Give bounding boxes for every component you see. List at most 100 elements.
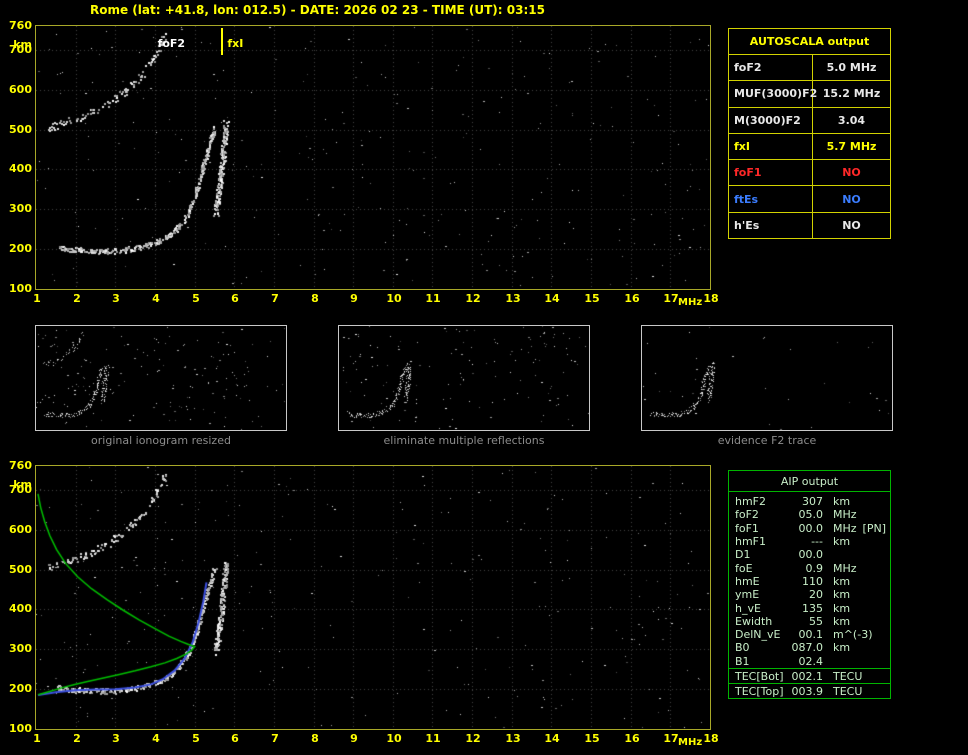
aip-table-row: ymE 20 km xyxy=(729,587,890,602)
x-tick-label: 15 xyxy=(584,292,600,305)
parameter-value: 5.7 MHz xyxy=(826,139,877,153)
x-tick-label: 7 xyxy=(271,292,279,305)
aip-param-value: 003.9 xyxy=(791,685,824,698)
y-tick-label: 500 xyxy=(9,123,32,136)
aip-param-unit: TECU xyxy=(833,685,863,698)
parameter-label: fxI xyxy=(729,133,813,160)
x-tick-label: 2 xyxy=(73,732,81,745)
aip-param-label: hmE xyxy=(735,574,760,588)
thumbnail-canvas-evidence-f2 xyxy=(642,326,892,430)
x-tick-label: 5 xyxy=(192,732,200,745)
aip-param-label: D1 xyxy=(735,548,751,562)
autoscala-table-row: ftEs NO xyxy=(729,185,890,212)
x-tick-label: 15 xyxy=(584,732,600,745)
aip-param-unit: km xyxy=(833,495,851,508)
x-tick-label: 13 xyxy=(505,292,521,305)
autoscala-table-row: h'Es NO xyxy=(729,211,890,238)
thumbnail-caption-original: original ionogram resized xyxy=(91,434,231,447)
x-tick-label: 12 xyxy=(465,292,481,305)
parameter-value: 3.04 xyxy=(837,113,866,127)
x-tick-label: 4 xyxy=(152,732,160,745)
aip-param-label: hmF2 xyxy=(735,495,767,508)
autoscala-table-row: foF1 NO xyxy=(729,159,890,186)
aip-param-value: 20 xyxy=(809,588,823,602)
y-tick-label: 300 xyxy=(9,202,32,215)
aip-param-unit: km xyxy=(833,588,851,602)
aip-table-row: hmF1 --- km xyxy=(729,534,890,548)
aip-param-unit: km xyxy=(833,534,851,548)
x-tick-label: 9 xyxy=(350,732,358,745)
parameter-label: foF1 xyxy=(729,160,813,186)
aip-param-unit: MHz xyxy=(833,561,857,575)
parameter-value: 15.2 MHz xyxy=(822,87,881,101)
aip-param-label: hmF1 xyxy=(735,534,767,548)
parameter-label: foF2 xyxy=(729,55,813,81)
autoscala-table-header: AUTOSCALA output xyxy=(749,35,870,48)
aip-param-label: foE xyxy=(735,561,753,575)
aip-param-unit: km xyxy=(833,574,851,588)
x-axis-unit-label: MHz xyxy=(678,297,703,308)
y-tick-label: 200 xyxy=(9,242,32,255)
aip-param-value: --- xyxy=(811,534,823,548)
aip-param-value: 002.1 xyxy=(791,670,824,683)
x-tick-label: 11 xyxy=(425,292,441,305)
x-tick-label: 4 xyxy=(152,292,160,305)
aip-param-label: h_vE xyxy=(735,601,761,615)
aip-param-value: 110 xyxy=(802,574,823,588)
x-tick-label: 16 xyxy=(624,292,640,305)
aip-param-label: foF1 xyxy=(735,521,759,535)
aip-table-row: hmF2 307 km xyxy=(729,494,890,508)
y-tick-label: 400 xyxy=(9,602,32,615)
aip-table-body: hmF2 307 km foF2 05.0 MHz foF1 00.0 MHz [PN] hmF1 -… xyxy=(729,492,890,668)
ionogram-canvas-bottom xyxy=(36,466,710,729)
aip-table-row: B1 02.4 xyxy=(729,654,890,668)
aip-tec-row: TEC[Bot] 002.1 TECU xyxy=(729,668,890,683)
aip-table-row: Ewidth 55 km xyxy=(729,614,890,628)
x-tick-label: 5 xyxy=(192,292,200,305)
thumbnail-panel-original xyxy=(35,325,287,431)
x-tick-label: 14 xyxy=(544,292,560,305)
aip-table-header: AIP output xyxy=(729,471,890,492)
y-tick-label: 600 xyxy=(9,523,32,536)
autoscala-table-row: M(3000)F2 3.04 xyxy=(729,106,890,133)
aip-param-value: 00.0 xyxy=(798,521,824,535)
x-tick-label: 10 xyxy=(386,292,402,305)
y-axis-ticks-bottom: 760 700 600 500 400 300 200 100 km xyxy=(0,460,32,734)
parameter-label: ftEs xyxy=(729,186,813,212)
x-tick-label: 8 xyxy=(311,292,319,305)
thumbnail-panel-evidence-f2 xyxy=(641,325,893,431)
aip-param-value: 0.9 xyxy=(805,561,824,575)
aip-param-label: DelN_vE xyxy=(735,628,781,642)
aip-param-unit: TECU xyxy=(833,670,863,683)
station-date-time-title: Rome (lat: +41.8, lon: 012.5) - DATE: 20… xyxy=(90,3,545,17)
ionogram-plot-bottom xyxy=(35,465,711,730)
x-tick-label: 2 xyxy=(73,292,81,305)
y-tick-label: 760 xyxy=(9,19,32,32)
aip-table-row: h_vE 135 km xyxy=(729,601,890,615)
x-axis-ticks-top: 1 2 3 4 5 6 7 8 9 10 11 12 13 14 15 16 17 18 MHz xyxy=(33,292,718,310)
aip-param-label: foF2 xyxy=(735,508,759,522)
x-tick-label: 3 xyxy=(112,732,120,745)
aip-param-value: 02.4 xyxy=(798,654,824,668)
aip-param-unit: km xyxy=(833,641,851,655)
autoscala-table-row: fxI 5.7 MHz xyxy=(729,132,890,160)
parameter-value: 5.0 MHz xyxy=(826,61,877,75)
aip-table-row: hmE 110 km xyxy=(729,574,890,588)
aip-table-row: DelN_vE 00.1 m^(-3) xyxy=(729,627,890,642)
x-tick-label: 6 xyxy=(231,292,239,305)
ionogram-plot-top: foF2 fxI xyxy=(35,25,711,290)
autoscala-ionogram-screen: Rome (lat: +41.8, lon: 012.5) - DATE: 20… xyxy=(0,0,968,755)
y-tick-label: 600 xyxy=(9,83,32,96)
aip-param-label: ymE xyxy=(735,588,760,602)
x-axis-ticks-bottom: 1 2 3 4 5 6 7 8 9 10 11 12 13 14 15 16 17 18 MHz xyxy=(33,732,718,750)
x-tick-label: 11 xyxy=(425,732,441,745)
aip-param-unit: MHz xyxy=(833,508,857,522)
y-tick-label: 200 xyxy=(9,682,32,695)
aip-param-value: 00.0 xyxy=(798,548,824,562)
aip-param-note: [PN] xyxy=(862,521,886,535)
aip-output-table: AIP output hmF2 307 km foF2 05.0 MHz foF1 00.0 MH… xyxy=(728,470,891,699)
x-tick-label: 13 xyxy=(505,732,521,745)
aip-param-unit: MHz xyxy=(833,521,857,535)
x-tick-label: 8 xyxy=(311,732,319,745)
y-axis-ticks-top: 760 700 600 500 400 300 200 100 km xyxy=(0,20,32,294)
